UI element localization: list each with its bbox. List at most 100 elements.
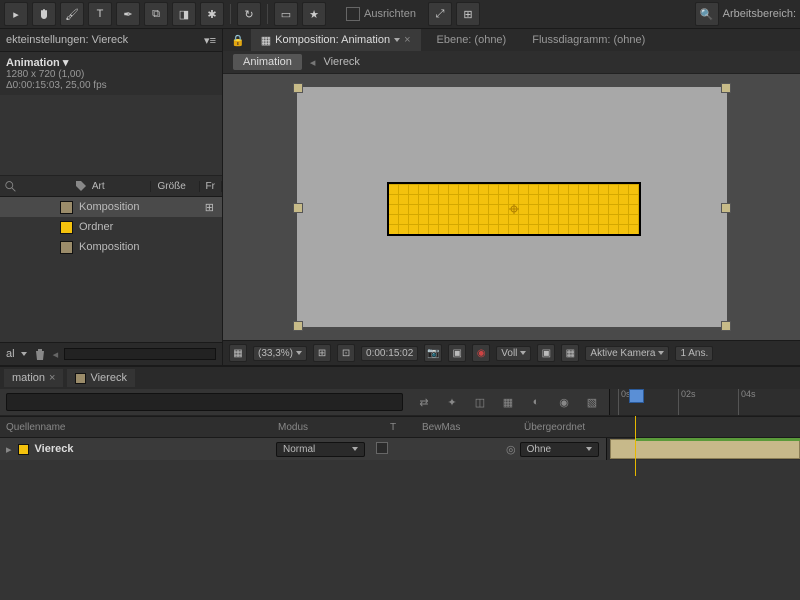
footer-label: al [6,348,15,360]
project-items: Komposition ⊞ Ordner Komposition [0,197,222,342]
rect-tool[interactable]: ▭ [274,2,298,26]
item-swatch [60,241,73,254]
panel-menu-icon[interactable]: ▾≡ [204,34,216,47]
playhead-line [635,416,636,476]
snap2-icon[interactable]: ⊞ [456,2,480,26]
viewer-tab-layer[interactable]: Ebene: (ohne) [427,29,517,51]
frame-blend-icon[interactable]: ◫ [471,393,489,411]
lock-icon[interactable]: 🔒 [231,34,245,47]
time-display[interactable]: 0:00:15:02 [361,346,418,361]
camera-dropdown[interactable]: Aktive Kamera [585,346,669,361]
t-checkbox[interactable] [376,442,388,454]
align-checkbox[interactable] [346,7,360,21]
col-t[interactable]: T [384,422,416,433]
handle-tr[interactable] [721,83,731,93]
handle-br[interactable] [721,321,731,331]
timeline-tab[interactable]: mation × [4,369,63,387]
clone-tool[interactable]: ⧉ [144,2,168,26]
shy-icon[interactable]: ⇄ [415,393,433,411]
flowchart-icon[interactable]: ⊞ [205,201,214,214]
project-footer: al ◂ [0,342,222,365]
timeline-search[interactable] [6,393,403,411]
mode-dropdown[interactable]: Normal [276,442,365,457]
col-art[interactable]: Art [86,181,152,192]
shape-viereck[interactable] [387,182,641,236]
snap-icon[interactable]: ⤢ [428,2,452,26]
transparency-icon[interactable]: ▦ [561,344,579,362]
layer-name[interactable]: Viereck [35,443,74,455]
always-preview-icon[interactable]: ▦ [229,344,247,362]
breadcrumb-active[interactable]: Animation [233,54,302,70]
trash-icon[interactable] [33,347,47,361]
text-tool[interactable]: T [88,2,112,26]
separator [230,4,231,24]
timeline-columns: Quellenname Modus T BewMas Übergeordnet [0,416,800,438]
resolution-dropdown[interactable]: Voll [496,346,531,361]
graph2-icon[interactable]: ▧ [583,393,601,411]
grid-icon[interactable]: ⊞ [313,344,331,362]
scrollbar[interactable] [64,348,216,360]
col-parent[interactable]: Übergeordnet [518,422,640,433]
composition-bg[interactable] [297,87,727,327]
col-mode[interactable]: Modus [272,422,384,433]
col-source[interactable]: Quellenname [0,422,272,433]
color-icon[interactable]: ◉ [472,344,490,362]
handle-tl[interactable] [293,83,303,93]
col-fr[interactable]: Fr [200,181,222,192]
roi-icon[interactable]: ▣ [537,344,555,362]
comp-name[interactable]: Animation ▾ [6,56,216,69]
parent-dropdown[interactable]: Ohne [520,442,599,457]
handle-r[interactable] [721,203,731,213]
label-icon[interactable] [75,180,86,192]
zoom-dropdown[interactable]: (33,3%) [253,346,307,361]
fx-icon[interactable]: ✦ [443,393,461,411]
guides-icon[interactable]: ⊡ [337,344,355,362]
close-icon[interactable]: × [404,34,410,46]
close-icon[interactable]: × [49,372,55,384]
channel-icon[interactable]: ▣ [448,344,466,362]
motion-blur-icon[interactable]: ▦ [499,393,517,411]
star-tool[interactable]: ★ [302,2,326,26]
col-bewmas[interactable]: BewMas [416,422,518,433]
project-columns: Art Größe Fr [0,176,222,197]
layer-bar[interactable] [610,439,800,459]
handle-bl[interactable] [293,321,303,331]
canvas[interactable] [223,74,800,340]
puppet-tool[interactable]: ✱ [200,2,224,26]
project-row[interactable]: Ordner [0,217,222,237]
project-tab[interactable]: ekteinstellungen: Viereck [6,34,128,46]
breadcrumb-item[interactable]: Viereck [323,56,359,68]
item-type: Komposition [79,201,140,213]
item-type: Ordner [79,221,113,233]
hand-tool[interactable] [32,2,56,26]
viewer-tab-flowchart[interactable]: Flussdiagramm: (ohne) [522,29,655,51]
views-dropdown[interactable]: 1 Ans. [675,346,713,361]
viewer-tab-comp[interactable]: ▦ Komposition: Animation × [251,29,421,51]
selection-tool[interactable]: ▸ [4,2,28,26]
timeline-tabs: mation × Viereck [0,367,800,389]
app-toolbar: ▸ 🖌 T ✒ ⧉ ◨ ✱ ↻ ▭ ★ Ausrichten ⤢ ⊞ 🔍 Arb… [0,0,800,29]
align-label: Ausrichten [364,8,416,20]
project-row[interactable]: Komposition [0,237,222,257]
timeline-panel: mation × Viereck ⇄ ✦ ◫ ▦ ◐ ◉ ▧ 0s 02s 04… [0,365,800,600]
pen-tool[interactable]: ✒ [116,2,140,26]
rotate-tool[interactable]: ↻ [237,2,261,26]
brush-tool[interactable]: 🖌 [60,2,84,26]
viewer-tabs: 🔒 ▦ Komposition: Animation × Ebene: (ohn… [223,29,800,51]
snapshot-icon[interactable]: 📷 [424,344,442,362]
playhead[interactable] [629,389,644,403]
work-area[interactable] [635,438,800,441]
project-row[interactable]: Komposition ⊞ [0,197,222,217]
graph-icon[interactable]: ◉ [555,393,573,411]
timeline-tab[interactable]: Viereck [67,369,134,387]
handle-l[interactable] [293,203,303,213]
col-size[interactable]: Größe [151,181,199,192]
search-icon[interactable] [4,179,16,193]
breadcrumb: Animation ◂ Viereck [223,51,800,74]
pickwhip-icon[interactable]: ◎ [506,443,516,456]
eraser-tool[interactable]: ◨ [172,2,196,26]
search-icon[interactable]: 🔍 [695,2,719,26]
brain-icon[interactable]: ◐ [527,393,545,411]
timeline-layer[interactable]: ▸ Viereck Normal ◎ Ohne [0,438,800,460]
dropdown-icon[interactable] [21,352,27,356]
